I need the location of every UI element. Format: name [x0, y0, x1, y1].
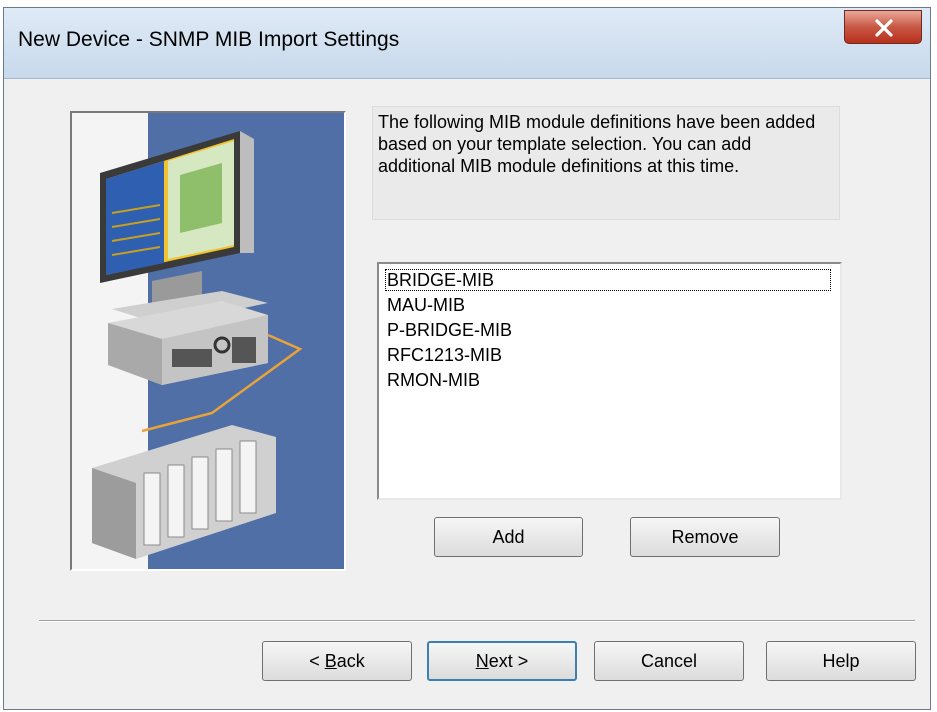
back-button[interactable]: < Back: [262, 641, 412, 681]
next-rest: ext >: [488, 651, 529, 671]
wizard-illustration: [70, 111, 346, 571]
cancel-button[interactable]: Cancel: [594, 641, 744, 681]
help-button[interactable]: Help: [766, 641, 916, 681]
list-item[interactable]: P-BRIDGE-MIB: [385, 319, 514, 341]
divider: [39, 620, 915, 622]
close-x-icon: [875, 19, 893, 37]
back-rest: ack: [336, 651, 365, 671]
next-mnemonic: N: [475, 651, 489, 671]
list-item[interactable]: RFC1213-MIB: [385, 344, 504, 366]
dialog-window: New Device - SNMP MIB Import Settings Th…: [3, 7, 931, 710]
remove-button[interactable]: Remove: [630, 517, 780, 557]
close-button[interactable]: [844, 10, 922, 44]
list-item[interactable]: RMON-MIB: [385, 369, 482, 391]
computer-plc-illustration-icon: [92, 131, 303, 559]
title-bar[interactable]: New Device - SNMP MIB Import Settings: [4, 8, 930, 79]
next-button[interactable]: Next >: [427, 641, 577, 681]
info-description: The following MIB module definitions hav…: [372, 106, 840, 220]
window-title: New Device - SNMP MIB Import Settings: [18, 28, 400, 51]
back-mnemonic: B: [324, 651, 337, 671]
list-item[interactable]: BRIDGE-MIB: [385, 269, 831, 291]
list-item[interactable]: MAU-MIB: [385, 294, 467, 316]
add-button[interactable]: Add: [434, 517, 583, 557]
mib-module-list[interactable]: BRIDGE-MIB MAU-MIB P-BRIDGE-MIB RFC1213-…: [377, 262, 842, 500]
back-prefix: <: [309, 651, 325, 671]
